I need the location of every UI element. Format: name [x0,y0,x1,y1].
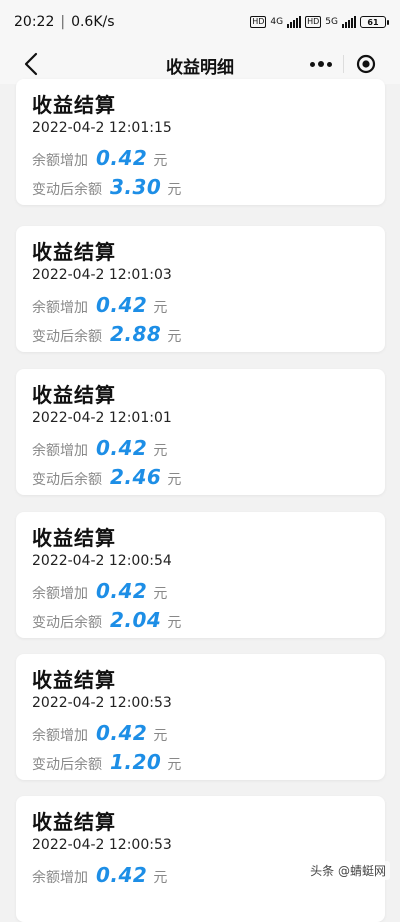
balance-amount: 2.88 [110,322,162,346]
income-card[interactable]: 收益结算 2022-04-2 12:01:01 余额增加 0.42 元 变动后余额 2… [16,369,385,495]
increase-row: 余额增加 0.42 元 [32,579,167,603]
hd-badge-2: HD [305,16,322,28]
nav-bar: 收益明细 [0,44,400,84]
more-dots-icon[interactable] [298,47,343,81]
unit-label: 元 [167,757,182,773]
increase-row: 余额增加 0.42 元 [32,721,167,745]
increase-amount: 0.42 [96,863,148,887]
signal-icon-2 [342,16,356,28]
unit-label: 元 [167,182,182,198]
increase-label: 余额增加 [32,300,88,316]
status-separator: | [60,14,66,30]
increase-row: 余额增加 0.42 元 [32,863,167,887]
card-time: 2022-04-2 12:00:53 [32,837,172,853]
income-card[interactable]: 收益结算 2022-04-2 12:01:15 余额增加 0.42 元 变动后余额 3… [16,79,385,205]
card-title: 收益结算 [32,240,116,264]
unit-label: 元 [153,443,168,459]
card-title: 收益结算 [32,383,116,407]
balance-label: 变动后余额 [32,757,102,773]
balance-label: 变动后余额 [32,472,102,488]
balance-amount: 2.46 [110,465,162,489]
balance-row: 变动后余额 3.30 元 [32,175,181,199]
balance-row: 变动后余额 1.20 元 [32,750,181,774]
balance-amount: 1.20 [110,750,162,774]
status-time: 20:22 [14,14,55,30]
card-title: 收益结算 [32,810,116,834]
card-time: 2022-04-2 12:00:54 [32,553,172,569]
back-arrow-icon[interactable] [20,51,44,77]
income-card[interactable]: 收益结算 2022-04-2 12:01:03 余额增加 0.42 元 变动后余额 2… [16,226,385,352]
balance-label: 变动后余额 [32,329,102,345]
status-icons: HD 4G HD 5G 61 [250,16,389,28]
card-time: 2022-04-2 12:01:01 [32,410,172,426]
increase-label: 余额增加 [32,443,88,459]
hd-badge: HD [250,16,267,28]
network-label-2: 5G [325,17,338,27]
card-title: 收益结算 [32,93,116,117]
balance-row: 变动后余额 2.46 元 [32,465,181,489]
unit-label: 元 [153,586,168,602]
card-title: 收益结算 [32,526,116,550]
increase-amount: 0.42 [96,579,148,603]
card-time: 2022-04-2 12:01:15 [32,120,172,136]
balance-label: 变动后余额 [32,615,102,631]
increase-label: 余额增加 [32,728,88,744]
balance-row: 变动后余额 2.04 元 [32,608,181,632]
income-card[interactable]: 收益结算 2022-04-2 12:00:53 余额增加 0.42 元 [16,796,385,922]
balance-label: 变动后余额 [32,182,102,198]
card-title: 收益结算 [32,668,116,692]
increase-label: 余额增加 [32,586,88,602]
unit-label: 元 [153,300,168,316]
watermark: 头条 @蜻蜓网 [306,861,390,880]
increase-row: 余额增加 0.42 元 [32,293,167,317]
card-time: 2022-04-2 12:00:53 [32,695,172,711]
battery-icon: 61 [360,16,389,28]
mini-program-capsule [298,47,388,81]
unit-label: 元 [167,329,182,345]
unit-label: 元 [153,728,168,744]
increase-amount: 0.42 [96,146,148,170]
increase-row: 余额增加 0.42 元 [32,436,167,460]
increase-amount: 0.42 [96,293,148,317]
balance-row: 变动后余额 2.88 元 [32,322,181,346]
increase-label: 余额增加 [32,870,88,886]
unit-label: 元 [153,153,168,169]
increase-row: 余额增加 0.42 元 [32,146,167,170]
income-card[interactable]: 收益结算 2022-04-2 12:00:54 余额增加 0.42 元 变动后余额 2… [16,512,385,638]
balance-amount: 2.04 [110,608,162,632]
increase-label: 余额增加 [32,153,88,169]
increase-amount: 0.42 [96,721,148,745]
target-close-icon[interactable] [344,47,388,81]
income-card[interactable]: 收益结算 2022-04-2 12:00:53 余额增加 0.42 元 变动后余额 1… [16,654,385,780]
status-bar: 20:22 | 0.6K/s HD 4G HD 5G 61 [0,0,400,44]
increase-amount: 0.42 [96,436,148,460]
signal-icon [287,16,302,28]
status-net-speed: 0.6K/s [71,14,115,30]
balance-amount: 3.30 [110,175,162,199]
unit-label: 元 [167,615,182,631]
unit-label: 元 [153,870,168,886]
network-label: 4G [270,17,284,27]
card-time: 2022-04-2 12:01:03 [32,267,172,283]
unit-label: 元 [167,472,182,488]
